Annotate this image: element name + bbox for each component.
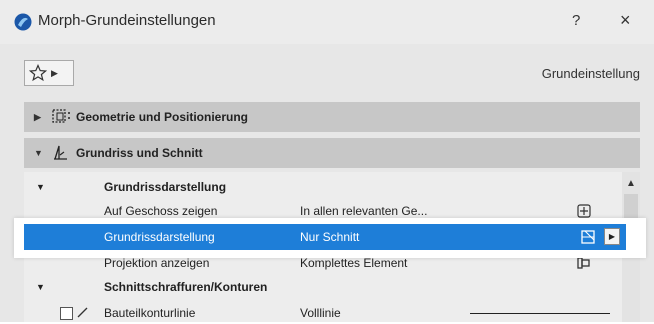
group-row[interactable]: ▼ Grundrissdarstellung: [24, 176, 622, 198]
group-label: Grundrissdarstellung: [104, 180, 227, 194]
row-value[interactable]: Nur Schnitt: [300, 230, 359, 244]
table-row[interactable]: Bauteilkonturlinie Volllinie: [24, 302, 622, 324]
row-label: Projektion anzeigen: [104, 256, 210, 270]
dropdown-arrow-icon: ▶: [51, 67, 58, 78]
row-label: Auf Geschoss zeigen: [104, 204, 218, 218]
floorplan-icon: [54, 145, 67, 160]
value-dropdown-button[interactable]: ▶: [604, 228, 620, 245]
help-button[interactable]: ?: [572, 12, 580, 29]
collapse-arrow-icon: ▼: [36, 282, 45, 292]
table-row-selected[interactable]: Grundrissdarstellung Nur Schnitt ▶: [24, 224, 626, 250]
scroll-up-icon[interactable]: ▲: [626, 178, 636, 189]
row-label: Grundrissdarstellung: [104, 230, 215, 244]
panel-geometrie[interactable]: ▶ Geometrie und Positionierung: [24, 102, 640, 132]
morph-settings-dialog: Morph-Grundeinstellungen ? × ▶ Grundeins…: [0, 0, 654, 322]
panel-label: Grundriss und Schnitt: [76, 146, 203, 160]
collapse-arrow-icon: ▼: [36, 182, 45, 192]
panel-label: Geometrie und Positionierung: [76, 110, 249, 124]
expand-arrow-icon: ▶: [34, 111, 41, 122]
stories-icon[interactable]: [576, 203, 592, 219]
row-value[interactable]: In allen relevanten Ge...: [300, 204, 427, 218]
preset-label: Grundeinstellung: [541, 66, 640, 81]
star-icon: [29, 64, 47, 82]
pen-icon: [77, 307, 88, 318]
group-row[interactable]: ▼ Schnittschraffuren/Konturen: [24, 276, 622, 298]
row-label: Bauteilkonturlinie: [104, 306, 196, 320]
window-title: Morph-Grundeinstellungen: [38, 12, 216, 29]
line-type-preview[interactable]: [470, 313, 610, 314]
archicad-app-icon: [14, 13, 32, 31]
geometry-icon: [52, 109, 70, 123]
group-label: Schnittschraffuren/Konturen: [104, 280, 268, 294]
row-value[interactable]: Komplettes Element: [300, 256, 407, 270]
title-bar: Morph-Grundeinstellungen ? ×: [0, 0, 654, 44]
panel-grundriss-schnitt[interactable]: ▼ Grundriss und Schnitt: [24, 138, 640, 168]
row-value[interactable]: Volllinie: [300, 306, 341, 320]
checkbox[interactable]: [60, 307, 73, 320]
collapse-arrow-icon: ▼: [34, 148, 43, 158]
floorplan-display-icon[interactable]: [580, 229, 598, 245]
close-button[interactable]: ×: [620, 10, 631, 31]
favorites-button[interactable]: ▶: [24, 60, 74, 86]
